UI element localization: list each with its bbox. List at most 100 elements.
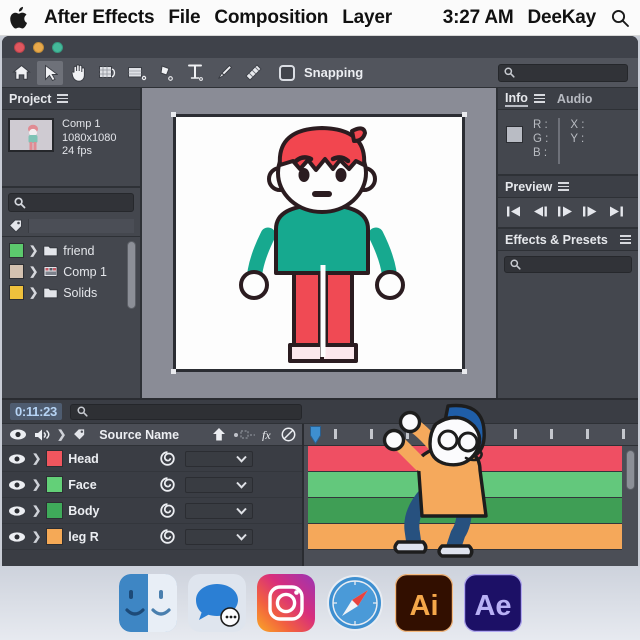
project-search-input[interactable] xyxy=(8,193,134,212)
layer-name[interactable]: Body xyxy=(68,504,154,518)
spotlight-search-icon[interactable] xyxy=(610,8,630,28)
window-zoom-button[interactable] xyxy=(52,41,63,53)
project-item-friend[interactable]: ❯ friend xyxy=(2,240,140,261)
info-xy-readout: X : Y : xyxy=(570,118,584,146)
chevron-right-icon[interactable]: ❯ xyxy=(29,265,38,278)
ruler-tick xyxy=(586,429,589,439)
project-tag-field[interactable] xyxy=(28,219,134,233)
last-frame-icon[interactable] xyxy=(605,204,626,219)
dancing-person-illustration xyxy=(382,403,488,558)
project-item-list: ❯ friend ❯ Comp 1 ❯ Solids xyxy=(2,237,140,398)
messages-icon[interactable] xyxy=(187,574,246,632)
parent-dropdown[interactable] xyxy=(185,476,254,493)
folder-icon xyxy=(43,287,58,299)
chevron-right-icon[interactable]: ❯ xyxy=(57,428,66,441)
preview-menu-icon[interactable] xyxy=(558,182,570,191)
menu-item-composition[interactable]: Composition xyxy=(214,7,328,29)
column-header-source-name[interactable]: Source Name xyxy=(99,428,179,442)
pen-icon[interactable] xyxy=(153,61,179,85)
eye-icon[interactable] xyxy=(7,505,27,517)
layer-row-leg-r[interactable]: ❯ leg R xyxy=(2,524,302,550)
safari-icon[interactable] xyxy=(326,574,384,632)
menubar-clock: 3:27 AM xyxy=(442,6,514,28)
eye-icon[interactable] xyxy=(7,453,27,465)
tab-project[interactable]: Project xyxy=(9,92,51,106)
layer-name[interactable]: Head xyxy=(68,452,154,466)
layer-name[interactable]: Face xyxy=(68,478,154,492)
parent-dropdown[interactable] xyxy=(185,502,254,519)
info-rgb-readout: R : G : B : xyxy=(533,118,548,160)
hand-icon[interactable] xyxy=(66,61,92,85)
eye-icon[interactable] xyxy=(7,479,27,491)
rotation-icon[interactable] xyxy=(95,61,121,85)
tab-info[interactable]: Info xyxy=(505,91,528,107)
effects-search-input[interactable] xyxy=(504,256,632,273)
composition-viewer[interactable] xyxy=(142,88,498,398)
prev-frame-icon[interactable] xyxy=(530,204,551,219)
instagram-icon[interactable] xyxy=(256,574,315,632)
first-frame-icon[interactable] xyxy=(505,204,526,219)
info-menu-icon[interactable] xyxy=(533,94,545,103)
pick-whip-icon xyxy=(160,503,175,518)
tab-audio[interactable]: Audio xyxy=(557,92,592,106)
chevron-right-icon[interactable]: ❯ xyxy=(32,530,41,543)
tab-effects-presets[interactable]: Effects & Presets xyxy=(505,233,608,247)
snapping-checkbox[interactable] xyxy=(279,64,295,81)
chevron-right-icon[interactable]: ❯ xyxy=(29,286,38,299)
layer-row-face[interactable]: ❯ Face xyxy=(2,472,302,498)
text-icon[interactable] xyxy=(182,61,208,85)
menubar-username[interactable]: DeeKay xyxy=(527,7,596,29)
parent-dropdown[interactable] xyxy=(185,528,254,545)
layer-name[interactable]: leg R xyxy=(68,530,154,544)
comp-thumbnail[interactable] xyxy=(8,118,54,152)
preview-transport-controls xyxy=(498,198,638,229)
eye-icon[interactable] xyxy=(7,531,27,543)
home-icon[interactable] xyxy=(8,61,34,85)
toolbar-search-input[interactable] xyxy=(498,63,628,82)
next-frame-icon[interactable] xyxy=(580,204,601,219)
chevron-right-icon[interactable]: ❯ xyxy=(32,478,41,491)
layer-list: ❯ Source Name fx ❯ Head ❯ Face ❯ Body ❯ … xyxy=(2,424,304,566)
chevron-right-icon[interactable]: ❯ xyxy=(29,244,38,257)
illustrator-icon[interactable]: Ai xyxy=(394,574,453,632)
project-item-comp1[interactable]: ❯ Comp 1 xyxy=(2,261,140,282)
project-item-solids[interactable]: ❯ Solids xyxy=(2,282,140,303)
item-label: Solids xyxy=(63,285,98,300)
finder-icon[interactable] xyxy=(118,574,177,632)
chevron-right-icon[interactable]: ❯ xyxy=(32,452,41,465)
window-minimize-button[interactable] xyxy=(33,41,44,53)
project-menu-icon[interactable] xyxy=(57,94,69,103)
item-color-swatch xyxy=(9,285,24,300)
menubar-status-area: 3:27 AM DeeKay xyxy=(443,7,630,29)
snapping-label: Snapping xyxy=(304,65,364,80)
menu-item-file[interactable]: File xyxy=(168,7,200,29)
menu-item-after-effects[interactable]: After Effects xyxy=(44,7,155,29)
clone-stamp-icon[interactable] xyxy=(240,61,266,85)
timeline-scrollbar[interactable] xyxy=(626,450,635,490)
effects-menu-icon[interactable] xyxy=(620,235,631,244)
project-scrollbar[interactable] xyxy=(127,241,136,309)
apple-logo-icon[interactable] xyxy=(10,6,30,30)
folder-icon xyxy=(43,245,58,257)
parent-dropdown[interactable] xyxy=(185,450,254,467)
menu-item-layer[interactable]: Layer xyxy=(342,7,392,29)
audio-icon xyxy=(35,429,50,440)
info-g-value: G : xyxy=(533,133,549,145)
current-timecode[interactable]: 0:11:23 xyxy=(10,403,62,420)
composition-canvas[interactable] xyxy=(171,112,467,374)
play-icon[interactable] xyxy=(555,204,576,219)
layer-color-swatch xyxy=(46,450,64,467)
after-effects-icon[interactable]: Ae xyxy=(463,574,522,632)
playhead-icon[interactable] xyxy=(310,426,321,446)
chevron-right-icon[interactable]: ❯ xyxy=(32,504,41,517)
region-of-interest-icon[interactable] xyxy=(124,61,150,85)
selection-arrow-icon[interactable] xyxy=(37,60,63,85)
pick-whip-icon xyxy=(160,451,175,466)
svg-text:fx: fx xyxy=(262,428,271,441)
layer-row-head[interactable]: ❯ Head xyxy=(2,446,302,472)
window-close-button[interactable] xyxy=(14,41,25,53)
tab-preview[interactable]: Preview xyxy=(505,180,552,194)
timeline-search-input[interactable] xyxy=(70,403,302,420)
layer-row-body[interactable]: ❯ Body xyxy=(2,498,302,524)
brush-icon[interactable] xyxy=(211,61,237,85)
